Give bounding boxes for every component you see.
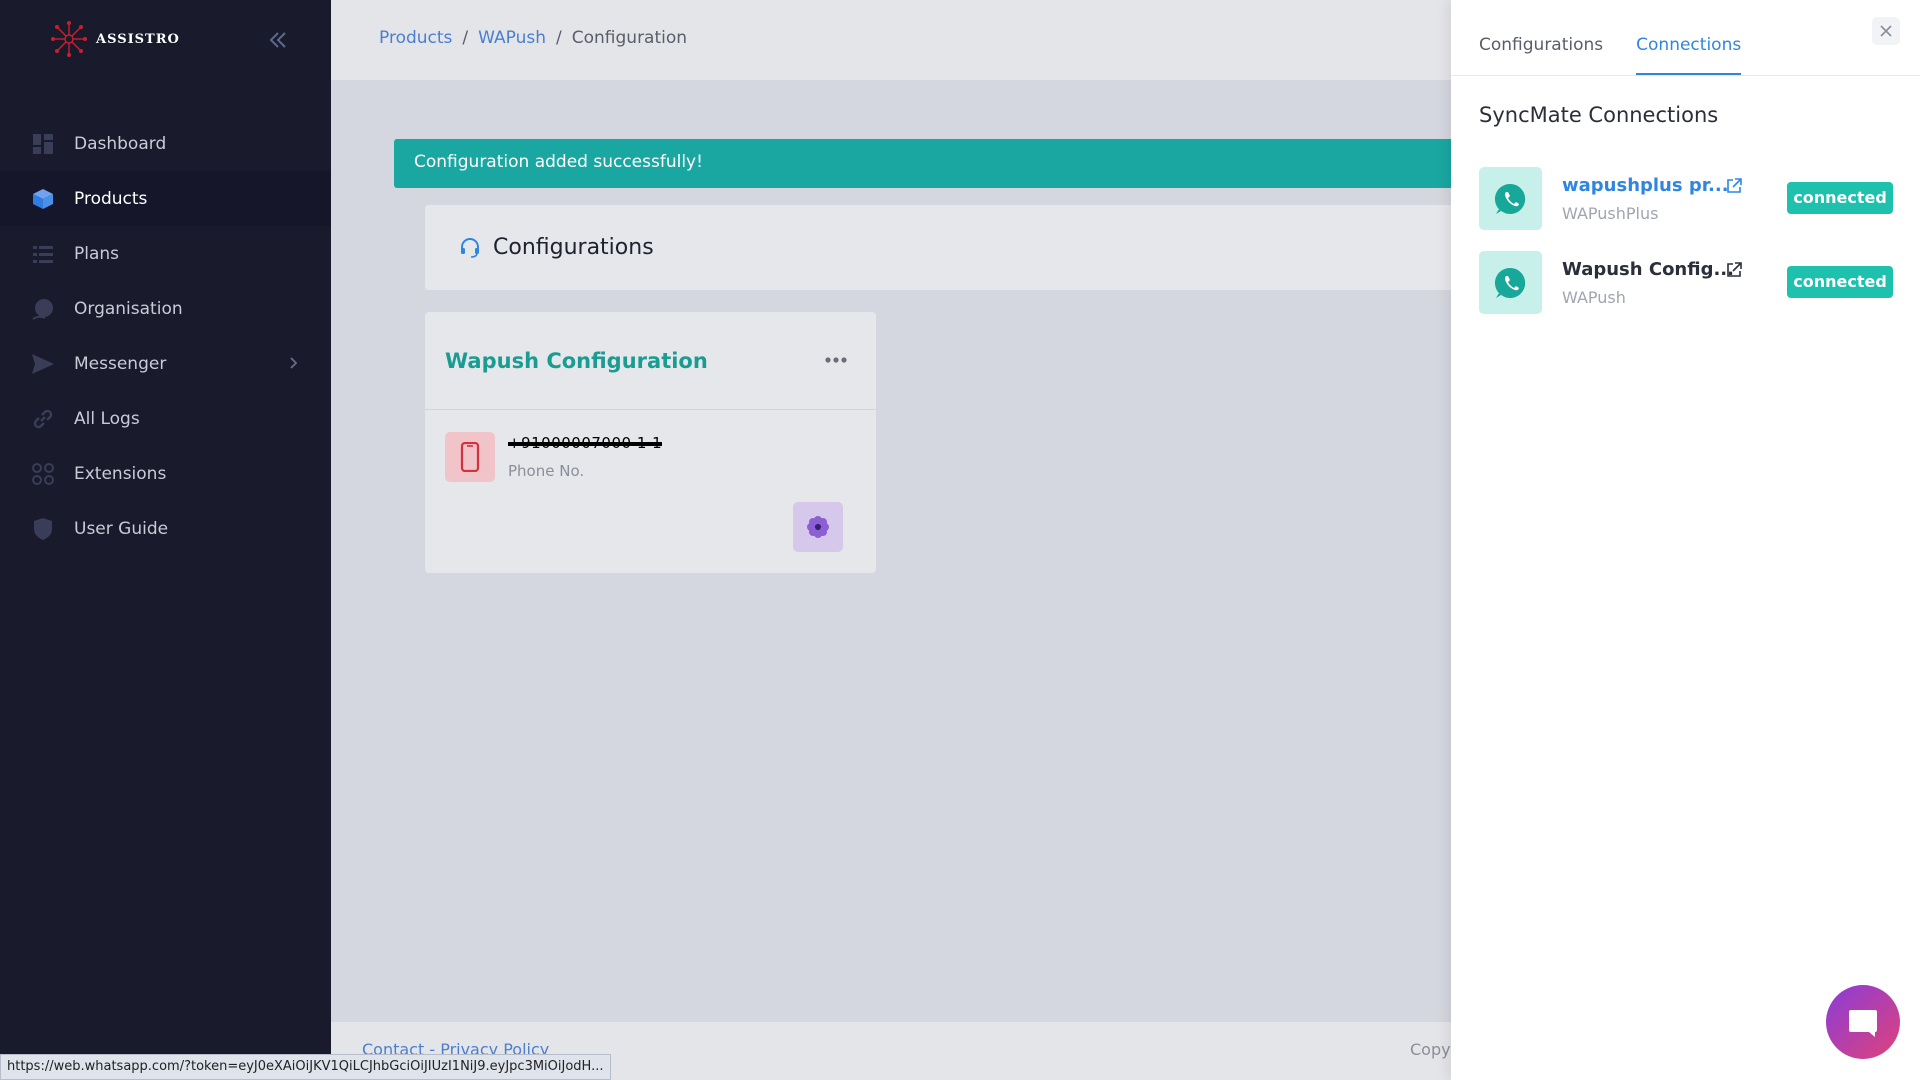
phone-icon [460,442,480,472]
brand-logo[interactable]: ASSISTRO [48,18,180,60]
sidebar-item-label: Organisation [74,298,183,319]
status-badge: connected [1787,182,1893,214]
breadcrumb-separator: / [556,28,562,48]
configuration-card: Wapush Configuration +91000007000 1 1 Ph… [425,312,876,573]
chat-icon [1849,1010,1877,1037]
sidebar-item-user-guide[interactable]: User Guide [0,501,331,556]
sidebar-item-label: User Guide [74,518,169,539]
whatsapp-icon [1494,183,1525,214]
whatsapp-icon [1494,267,1525,298]
breadcrumb: Products / WAPush / Configuration [379,28,687,48]
sidebar-item-messenger[interactable]: Messenger [0,336,331,391]
close-button[interactable] [1872,17,1900,45]
drawer-title: SyncMate Connections [1479,103,1719,127]
footer-copyright: Copy [1410,1040,1451,1059]
external-link-icon[interactable] [1725,261,1743,279]
chat-widget-button[interactable] [1826,985,1900,1059]
shield-icon [30,516,56,542]
sidebar-item-products[interactable]: Products [0,171,331,226]
sidebar-item-extensions[interactable]: Extensions [0,446,331,501]
more-options-icon[interactable] [822,350,850,370]
drawer-tabs: Configurations Connections [1479,0,1742,75]
close-icon [1880,25,1892,37]
settings-button[interactable] [793,502,843,552]
sidebar-item-label: Products [74,188,148,209]
redaction-bar [508,442,663,446]
tab-connections[interactable]: Connections [1636,0,1742,75]
status-badge: connected [1787,266,1893,298]
whatsapp-icon-tile [1479,167,1542,230]
collapse-sidebar-icon[interactable] [266,28,290,52]
connection-name[interactable]: Wapush Config... [1562,259,1734,280]
extensions-icon [30,461,56,487]
external-link-icon[interactable] [1725,177,1743,195]
whatsapp-icon-tile [1479,251,1542,314]
dashboard-icon [30,131,56,157]
page-title: Configurations [493,235,654,260]
sidebar: ASSISTRO Dashboard Products Plans Organi… [0,0,331,1080]
phone-label: Phone No. [508,462,585,480]
logo-icon [51,21,87,57]
phone-icon-tile [445,432,495,482]
send-icon [30,351,56,377]
sidebar-item-label: Plans [74,243,120,264]
sidebar-item-label: Messenger [74,353,167,374]
breadcrumb-products[interactable]: Products [379,28,452,48]
sidebar-item-label: Dashboard [74,133,167,154]
sidebar-item-all-logs[interactable]: All Logs [0,391,331,446]
headset-icon [461,237,479,258]
tabs-divider [1451,75,1920,76]
list-icon [30,241,56,267]
breadcrumb-separator: / [462,28,469,48]
card-header: Wapush Configuration [425,312,876,410]
tab-configurations[interactable]: Configurations [1479,0,1603,75]
sidebar-item-plans[interactable]: Plans [0,226,331,281]
breadcrumb-wapush[interactable]: WAPush [478,28,546,48]
card-title[interactable]: Wapush Configuration [445,349,708,373]
chevron-right-icon [290,357,298,369]
breadcrumb-current: Configuration [571,28,688,48]
sidebar-item-label: Extensions [74,463,167,484]
link-icon [30,406,56,432]
sidebar-item-organisation[interactable]: Organisation [0,281,331,336]
connection-product: WAPushPlus [1562,204,1659,223]
brand-name: ASSISTRO [96,31,180,47]
success-alert: Configuration added successfully! [394,139,1494,188]
connection-item[interactable]: wapushplus pr... WAPushPlus connected [1479,167,1899,231]
connection-product: WAPush [1562,288,1626,307]
connection-item[interactable]: Wapush Config... WAPush connected [1479,251,1899,315]
configurations-header: Configurations [425,205,1525,290]
phone-number: +91000007000 1 1 [508,434,663,452]
gear-icon [807,516,829,538]
cube-icon [30,186,56,212]
organisation-icon [30,296,56,322]
connection-name[interactable]: wapushplus pr... [1562,175,1729,196]
sidebar-nav: Dashboard Products Plans Organisation Me… [0,116,331,556]
status-bar-url: https://web.whatsapp.com/?token=eyJ0eXAi… [0,1054,611,1080]
connections-drawer: Configurations Connections SyncMate Conn… [1451,0,1920,1080]
sidebar-item-dashboard[interactable]: Dashboard [0,116,331,171]
sidebar-item-label: All Logs [74,408,140,429]
